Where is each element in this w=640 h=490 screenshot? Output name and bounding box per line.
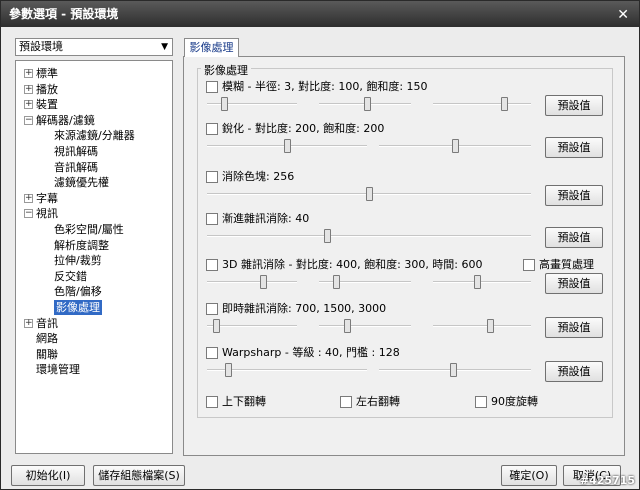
filter-checkbox[interactable] (206, 213, 218, 225)
filter-label: Warpsharp - 等級 : 40, 門檻 : 128 (222, 346, 400, 359)
default-button[interactable]: 預設值 (545, 317, 603, 338)
slider-thumb[interactable] (474, 275, 482, 289)
slider-thumb[interactable] (213, 319, 220, 333)
filter-checkbox[interactable] (206, 303, 218, 315)
collapse-icon[interactable]: − (24, 209, 33, 219)
slider-thumb[interactable] (259, 275, 267, 289)
tree-item-label: 關聯 (36, 347, 58, 361)
expand-icon[interactable]: + (24, 193, 33, 203)
default-button[interactable]: 預設值 (545, 137, 603, 158)
init-button[interactable]: 初始化(I) (11, 465, 85, 486)
default-button[interactable]: 預設值 (545, 185, 603, 206)
default-button[interactable]: 預設值 (545, 95, 603, 116)
tree-item-label: 反交錯 (54, 269, 87, 283)
tree-item-label: 來源濾鏡/分離器 (54, 129, 135, 143)
category-tree: + 標準 + 播放 + 裝置 − 解碼器/濾鏡 來源濾鏡/分離器 視訊解碼 音訊解碼 濾鏡優先權 + 字幕… (15, 60, 173, 454)
filter-label: 模糊 - 半徑: 3, 對比度: 100, 飽和度: 150 (222, 80, 428, 93)
slider-thumb[interactable] (452, 139, 459, 153)
profile-select-value: 預設環境 (19, 40, 63, 53)
tree-item-label: 音訊解碼 (54, 160, 98, 174)
group-label: 影像處理 (201, 62, 251, 78)
tree-item-label: 裝置 (36, 98, 58, 112)
expand-icon[interactable]: + (24, 318, 33, 328)
expand-icon[interactable]: + (24, 84, 33, 94)
collapse-icon[interactable]: − (24, 115, 33, 125)
default-button[interactable]: 預設值 (545, 273, 603, 294)
chevron-down-icon: ▼ (161, 42, 168, 52)
tree-item-label: 字幕 (36, 191, 58, 205)
flip-label: 上下翻轉 (222, 395, 266, 408)
tree-item-label: 環境管理 (36, 363, 80, 377)
flip-checkbox[interactable] (206, 396, 218, 408)
slider-thumb[interactable] (363, 97, 371, 111)
tree-item-label: 音訊 (36, 316, 58, 330)
expand-icon[interactable]: + (24, 100, 33, 110)
tree-item-label: 拉伸/裁剪 (54, 254, 102, 268)
tab-image-processing[interactable]: 影像處理 (184, 38, 239, 57)
flip-label: 左右翻轉 (356, 395, 400, 408)
tree-item-label: 解碼器/濾鏡 (36, 113, 95, 127)
filter-label: 漸進雜訊消除: 40 (222, 212, 310, 225)
slider-track[interactable] (207, 281, 297, 283)
hq-processing-label: 高畫質處理 (539, 258, 594, 271)
filter-checkbox[interactable] (206, 123, 218, 135)
slider-track[interactable] (207, 235, 531, 237)
filter-checkbox[interactable] (206, 171, 218, 183)
slider-track[interactable] (433, 103, 531, 105)
slider-thumb[interactable] (284, 139, 291, 153)
tree-item-label: 影像處理 (54, 300, 102, 315)
slider-thumb[interactable] (343, 319, 351, 333)
tree-item-label: 視訊 (36, 207, 58, 221)
flip-checkbox[interactable] (475, 396, 487, 408)
close-icon[interactable]: ✕ (617, 2, 629, 28)
slider-thumb[interactable] (323, 229, 331, 243)
preferences-window: 參數選項 - 預設環境 ✕ 預設環境 ▼ + 標準 + 播放 + 裝置 − 解碼器/濾鏡 來源濾… (0, 0, 640, 490)
slider-thumb[interactable] (450, 363, 458, 377)
default-button[interactable]: 預設值 (545, 361, 603, 382)
tree-item-label: 色彩空間/屬性 (54, 223, 124, 236)
filter-checkbox[interactable] (206, 259, 218, 271)
watermark: #425715 (579, 474, 635, 487)
tree-item-label: 標準 (36, 67, 58, 80)
save-config-button[interactable]: 儲存組態檔案(S) (93, 465, 185, 486)
flip-label: 90度旋轉 (491, 395, 538, 408)
slider-thumb[interactable] (221, 97, 229, 111)
footer: 初始化(I) 儲存組態檔案(S) 確定(O) 取消(C) (1, 459, 639, 489)
ok-button[interactable]: 確定(O) (501, 465, 557, 486)
slider-track[interactable] (207, 325, 297, 327)
tree-item-label: 解析度調整 (54, 238, 109, 252)
tree-item-label: 濾鏡優先權 (54, 176, 109, 190)
hq-processing-checkbox[interactable] (523, 259, 535, 271)
slider-thumb[interactable] (500, 97, 508, 111)
tree-item-label: 視訊解碼 (54, 145, 98, 158)
title-bar: 參數選項 - 預設環境 ✕ (1, 1, 639, 27)
tree-item-label: 網路 (36, 332, 58, 346)
slider-thumb[interactable] (486, 319, 494, 333)
slider-track[interactable] (433, 281, 531, 283)
default-button[interactable]: 預設值 (545, 227, 603, 248)
filter-checkbox[interactable] (206, 81, 218, 93)
slider-thumb[interactable] (224, 363, 232, 377)
filter-label: 3D 雜訊消除 - 對比度: 400, 飽和度: 300, 時間: 600 (222, 258, 483, 271)
slider-track[interactable] (433, 325, 531, 327)
flip-checkbox[interactable] (340, 396, 352, 408)
tree-item-label: 色階/偏移 (54, 285, 102, 299)
filter-label: 銳化 - 對比度: 200, 飽和度: 200 (222, 122, 385, 135)
window-title: 參數選項 - 預設環境 (9, 7, 119, 21)
tree-item-label: 播放 (36, 82, 58, 96)
slider-track[interactable] (319, 325, 411, 327)
expand-icon[interactable]: + (24, 69, 33, 78)
filter-label: 即時雜訊消除: 700, 1500, 3000 (222, 302, 387, 315)
filter-checkbox[interactable] (206, 347, 218, 359)
profile-select[interactable]: 預設環境 ▼ (15, 38, 173, 56)
slider-thumb[interactable] (366, 187, 373, 201)
filter-label: 消除色塊: 256 (222, 170, 295, 183)
slider-thumb[interactable] (332, 275, 340, 289)
